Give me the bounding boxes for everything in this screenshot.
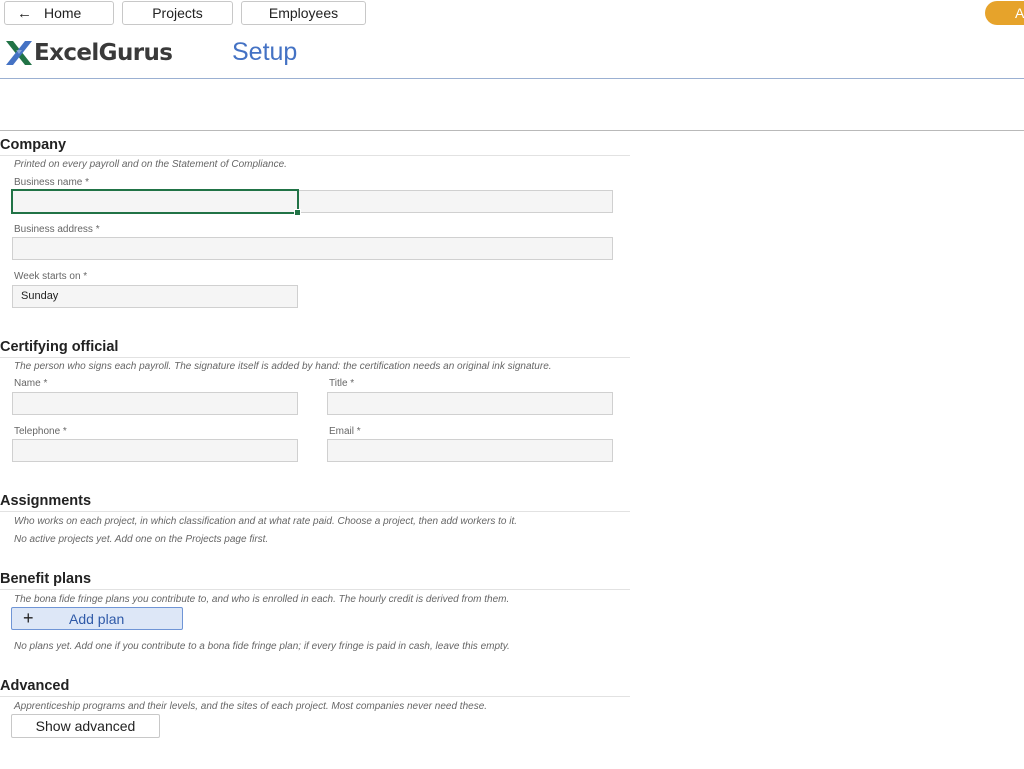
section-divider [0,155,630,156]
add-plan-label: Add plan [69,611,125,627]
header-divider [0,78,1024,79]
title-label: Title * [329,378,355,389]
account-pill-label: A [1015,5,1024,21]
title-input[interactable] [327,392,613,415]
email-label: Email * [329,426,361,437]
advanced-description: Apprenticeship programs and their levels… [14,701,488,712]
week-starts-select[interactable]: Sunday [12,285,298,308]
brand-logo: ExcelGurus [5,38,173,68]
x-logo-icon [6,41,32,65]
account-pill-button[interactable]: A [985,1,1024,25]
employees-button[interactable]: Employees [241,1,366,25]
logo-text: ExcelGurus [34,40,173,66]
add-plan-button[interactable]: + Add plan [11,607,183,630]
benefits-empty-text: No plans yet. Add one if you contribute … [14,641,510,652]
telephone-label: Telephone * [14,426,67,437]
section-divider [0,357,630,358]
home-label: Home [44,5,82,21]
projects-label: Projects [152,5,203,21]
projects-button[interactable]: Projects [122,1,233,25]
page-title: Setup [232,38,298,66]
show-advanced-button[interactable]: Show advanced [11,714,160,738]
business-address-input[interactable] [12,237,613,260]
assignments-empty-text: No active projects yet. Add one on the P… [14,534,269,545]
section-title-certifying-official: Certifying official [0,339,119,355]
section-divider [0,696,630,697]
name-label: Name * [14,378,48,389]
certifying-description: The person who signs each payroll. The s… [14,361,552,372]
plus-icon: + [23,608,34,628]
telephone-input[interactable] [12,439,298,462]
section-title-advanced: Advanced [0,678,70,694]
section-divider [0,511,630,512]
benefits-description: The bona fide fringe plans you contribut… [14,594,510,605]
fill-handle[interactable] [294,209,301,216]
toolbar-divider [0,130,1024,131]
employees-label: Employees [268,5,339,21]
email-input[interactable] [327,439,613,462]
home-button[interactable]: ← Home [4,1,114,25]
section-title-assignments: Assignments [0,493,92,509]
assignments-description: Who works on each project, in which clas… [14,516,518,527]
arrow-left-icon: ← [17,4,32,22]
section-divider [0,589,630,590]
week-starts-label: Week starts on * [14,271,88,282]
name-input[interactable] [12,392,298,415]
section-title-benefit-plans: Benefit plans [0,571,92,587]
section-title-company: Company [0,137,67,153]
active-cell-selection [11,189,301,216]
company-description: Printed on every payroll and on the Stat… [14,159,287,170]
business-address-label: Business address * [14,224,100,235]
business-name-label: Business name * [14,177,90,188]
